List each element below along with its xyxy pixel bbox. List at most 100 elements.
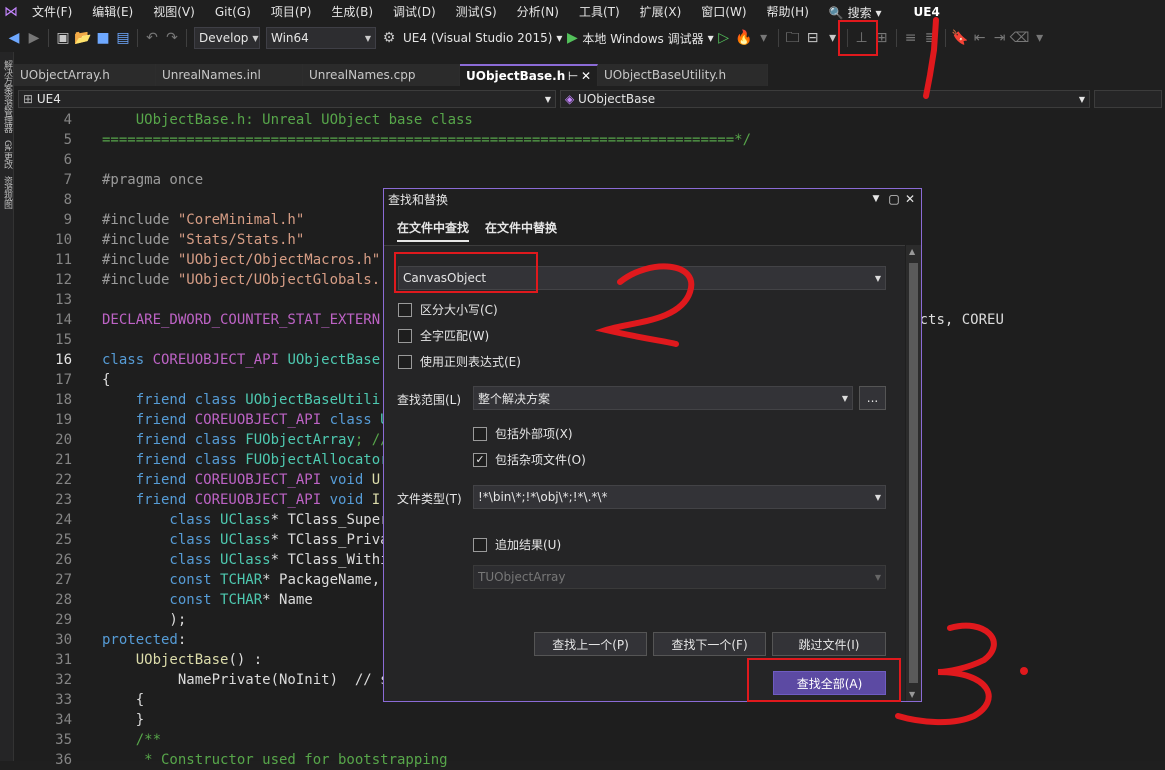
match-case-checkbox[interactable]: 区分大小写(C) [398, 301, 498, 318]
menu-bar: ⋈ 文件(F) 编辑(E) 视图(V) Git(G) 项目(P) 生成(B) 调试(D) 测试… [0, 0, 1165, 24]
outdent-icon[interactable]: ≣ [921, 24, 941, 52]
new-project-icon[interactable]: ▣ [53, 24, 73, 52]
menu-item[interactable]: 工具(T) [569, 0, 630, 24]
scope-dropdown[interactable]: ◈ UObjectBase ▼ [560, 90, 1090, 108]
chevron-down-icon[interactable]: ▾ [754, 24, 774, 52]
code-line[interactable]: 4 UObjectBase.h: Unreal UObject base cla… [14, 110, 1165, 130]
clear-bookmarks-icon[interactable]: ⌫ [1010, 24, 1030, 52]
code-line[interactable]: 34 } [14, 710, 1165, 730]
menu-item[interactable]: 调试(D) [383, 0, 446, 24]
class-icon: ◈ [565, 92, 579, 106]
find-next-button[interactable]: 查找下一个(F) [653, 632, 766, 656]
menu-item[interactable]: 视图(V) [143, 0, 205, 24]
tab-unrealnames-inl[interactable]: UnrealNames.inl [156, 64, 303, 86]
regex-checkbox[interactable]: 使用正则表达式(E) [398, 353, 521, 370]
tab-unrealnames-cpp[interactable]: UnrealNames.cpp [303, 64, 460, 86]
menu-item[interactable]: 测试(S) [446, 0, 507, 24]
member-dropdown[interactable] [1094, 90, 1162, 108]
close-icon[interactable]: ✕ [902, 191, 918, 207]
start-without-debugging-icon[interactable]: ▷ [714, 24, 734, 52]
code-line[interactable]: 5 =======================================… [14, 130, 1165, 150]
chevron-down-icon[interactable]: ▼ [875, 274, 881, 283]
whole-word-checkbox[interactable]: 全字匹配(W) [398, 327, 489, 344]
startup-project-dropdown[interactable]: UE4 (Visual Studio 2015) [403, 31, 552, 45]
code-line[interactable]: 7 #pragma once [14, 170, 1165, 190]
checkbox-box[interactable] [398, 302, 412, 317]
browse-button[interactable]: ... [859, 386, 886, 410]
platform-dropdown[interactable]: Win64 ▼ [266, 27, 376, 49]
include-misc-label: 包括杂项文件(O) [495, 453, 586, 467]
menu-item[interactable]: 编辑(E) [82, 0, 143, 24]
code-text: #include "UObject/UObjectGlobals. [102, 270, 380, 290]
project-dropdown[interactable]: ⊞ UE4 ▼ [18, 90, 556, 108]
configuration-dropdown[interactable]: Develop ▼ [194, 27, 260, 49]
menu-item[interactable]: 分析(N) [507, 0, 569, 24]
forward-icon[interactable]: ▶ [24, 24, 44, 52]
code-token: friend [102, 412, 195, 428]
checkbox-box[interactable]: ✓ [473, 452, 487, 467]
search-button[interactable]: 🔍 搜索 ▾ [829, 4, 882, 21]
scroll-down-icon[interactable]: ▼ [909, 690, 915, 699]
code-token: * TClass_Priva [270, 532, 389, 548]
save-icon[interactable]: ■ [93, 24, 113, 52]
git-changes-tab[interactable]: Git 更改 [1, 140, 14, 168]
open-folder-icon[interactable]: 📂 [73, 24, 93, 52]
maximize-icon[interactable]: ▢ [886, 191, 902, 207]
code-token: class [102, 532, 221, 548]
menu-item[interactable]: 生成(B) [321, 0, 383, 24]
code-line[interactable]: 36 * Constructor used for bootstrapping [14, 750, 1165, 770]
line-number: 6 [63, 152, 72, 168]
include-misc-checkbox[interactable]: ✓ 包括杂项文件(O) [473, 451, 586, 468]
save-all-icon[interactable]: ▤ [113, 24, 133, 52]
line-number: 19 [55, 412, 72, 428]
filetype-dropdown[interactable]: !*\bin\*;!*\obj\*;!*\.*\* ▼ [473, 485, 886, 509]
scope-dropdown[interactable]: 整个解决方案 ▼ [473, 386, 853, 410]
close-icon[interactable]: ✕ [581, 66, 591, 86]
pin-icon[interactable]: ⊢ [568, 66, 578, 86]
skip-file-button[interactable]: 跳过文件(I) [772, 632, 886, 656]
toolbar: ◀ ▶ ▣ 📂 ■ ▤ ↶ ↷ Develop ▼ Win64 ▼ ⚙ UE4 (V… [0, 24, 1165, 52]
debugger-button[interactable]: 本地 Windows 调试器 [582, 30, 703, 47]
prev-bookmark-icon[interactable]: ⇤ [970, 24, 990, 52]
code-line[interactable]: 35 /** [14, 730, 1165, 750]
menu-item[interactable]: Git(G) [205, 0, 261, 24]
dialog-scrollbar[interactable]: ▲ ▼ [906, 245, 921, 701]
code-token: * Name [262, 592, 313, 608]
back-icon[interactable]: ◀ [4, 24, 24, 52]
checkbox-box[interactable] [473, 537, 487, 552]
solution-explorer-tab[interactable]: 解决方案资源管理器 [1, 60, 14, 132]
checkbox-box[interactable] [473, 426, 487, 441]
scroll-up-icon[interactable]: ▲ [909, 247, 915, 256]
include-external-checkbox[interactable]: 包括外部项(X) [473, 425, 573, 442]
start-debugging-icon[interactable]: ▶ [562, 24, 582, 52]
menu-item[interactable]: 项目(P) [261, 0, 322, 24]
menu-item[interactable]: 文件(F) [22, 0, 82, 24]
code-line[interactable]: 6 [14, 150, 1165, 170]
indent-icon[interactable]: ≡ [901, 24, 921, 52]
tab-replace-in-files[interactable]: 在文件中替换 [485, 219, 557, 242]
redo-icon[interactable]: ↷ [162, 24, 182, 52]
tab-uobjectbaseutility[interactable]: UObjectBaseUtility.h [598, 64, 768, 86]
window-layout-icon[interactable]: ⊟ [803, 24, 823, 52]
hot-reload-icon[interactable]: 🔥 [734, 24, 754, 52]
checkbox-box[interactable] [398, 328, 412, 343]
line-number: 35 [55, 732, 72, 748]
code-text: class UClass* TClass_Priva [102, 530, 389, 550]
checkbox-box[interactable] [398, 354, 412, 369]
find-in-files-icon[interactable]: 🗀 [783, 24, 803, 52]
tab-uobjectbase[interactable]: UObjectBase.h ⊢ ✕ [460, 64, 598, 86]
menu-item[interactable]: 帮助(H) [757, 0, 819, 24]
resource-view-tab[interactable]: 资源视图 [1, 176, 14, 208]
menu-item[interactable]: 扩展(X) [630, 0, 692, 24]
find-previous-button[interactable]: 查找上一个(P) [534, 632, 647, 656]
dropdown-icon[interactable]: ▼ [868, 191, 884, 207]
next-bookmark-icon[interactable]: ⇥ [990, 24, 1010, 52]
append-results-checkbox[interactable]: 追加结果(U) [473, 536, 561, 553]
chevron-down-icon[interactable]: ▾ [1030, 24, 1050, 52]
tab-uobjectarray[interactable]: UObjectArray.h [14, 64, 156, 86]
tab-find-in-files[interactable]: 在文件中查找 [397, 219, 470, 242]
menu-item[interactable]: 窗口(W) [691, 0, 756, 24]
undo-icon[interactable]: ↶ [142, 24, 162, 52]
scrollbar-thumb[interactable] [909, 263, 918, 683]
bookmark-icon[interactable]: 🔖 [950, 24, 970, 52]
